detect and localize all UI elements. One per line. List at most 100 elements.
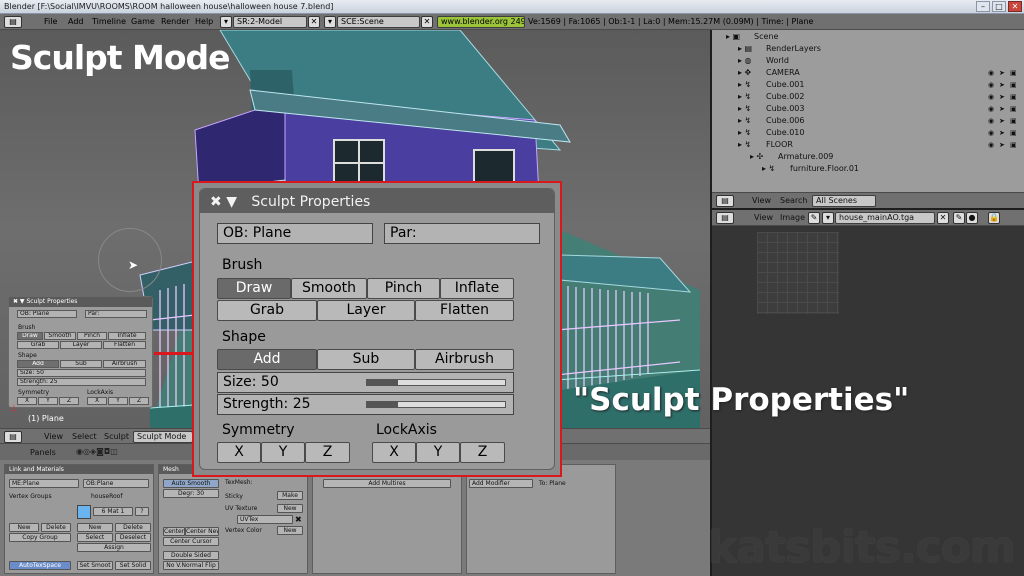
- menu-file[interactable]: File: [44, 17, 57, 26]
- outliner-search-menu[interactable]: Search: [780, 196, 807, 205]
- outliner-row-icon[interactable]: ▸ ↯: [762, 164, 775, 173]
- selectability-arrow-icon[interactable]: ➤: [999, 81, 1005, 89]
- scene-browse-icon[interactable]: ▾: [324, 16, 336, 28]
- small-inflate-button[interactable]: Inflate: [108, 332, 146, 340]
- airbrush-button[interactable]: Airbrush: [415, 349, 514, 370]
- outliner-row[interactable]: ▸ ↯ Cube.002 ◉ ➤ ▣: [712, 92, 1024, 104]
- outliner-row[interactable]: ▸ ↯ Cube.010 ◉ ➤ ▣: [712, 128, 1024, 140]
- small-layer-button[interactable]: Layer: [60, 341, 102, 349]
- outliner-row-icon[interactable]: ▸ ✥: [738, 68, 751, 77]
- render-camera-icon[interactable]: ▣: [1010, 69, 1017, 77]
- sculpt-panel-header[interactable]: ✖ ▼ Sculpt Properties: [200, 189, 554, 213]
- outliner-row-icon[interactable]: ▸ ↯: [738, 140, 751, 149]
- double-sided-button[interactable]: Double Sided: [163, 551, 219, 560]
- render-camera-icon[interactable]: ▣: [1010, 141, 1017, 149]
- small-lock-y[interactable]: Y: [108, 397, 128, 405]
- outliner-row[interactable]: ▸ ✥ CAMERA ◉ ➤ ▣: [712, 68, 1024, 80]
- outliner-row-icon[interactable]: ▸ ▤: [738, 44, 752, 53]
- material-new-button[interactable]: New: [77, 523, 113, 532]
- size-slider[interactable]: Size: 50: [217, 372, 514, 393]
- add-modifier-button[interactable]: Add Modifier: [469, 479, 533, 488]
- small-sub-button[interactable]: Sub: [60, 360, 102, 368]
- outliner-filter-select[interactable]: All Scenes: [812, 195, 876, 207]
- screen-field[interactable]: SR:2-Model: [233, 16, 307, 28]
- center-new-button[interactable]: Center New: [185, 527, 219, 536]
- no-vnormal-flip-button[interactable]: No V.Normal Flip: [163, 561, 219, 570]
- small-ob-field[interactable]: OB: Plane: [17, 310, 77, 318]
- render-camera-icon[interactable]: ▣: [1010, 129, 1017, 137]
- material-deselect-button[interactable]: Deselect: [115, 533, 151, 542]
- outliner-row[interactable]: ▸ ✣ Armature.009: [712, 152, 1024, 164]
- render-camera-icon[interactable]: ▣: [1010, 117, 1017, 125]
- vgroup-new-button[interactable]: New: [9, 523, 39, 532]
- outliner-editor-icon[interactable]: ▤: [716, 195, 734, 207]
- layer-button[interactable]: Layer: [317, 300, 415, 321]
- image-image-menu[interactable]: Image: [780, 213, 805, 222]
- set-solid-button[interactable]: Set Solid: [115, 561, 151, 570]
- draw-button[interactable]: Draw: [217, 278, 291, 299]
- material-help-button[interactable]: ?: [135, 507, 149, 516]
- small-sym-x[interactable]: X: [17, 397, 37, 405]
- screen-delete-icon[interactable]: ✕: [308, 16, 320, 28]
- selectability-arrow-icon[interactable]: ➤: [999, 69, 1005, 77]
- select-menu[interactable]: Select: [72, 432, 97, 441]
- image-editor-icon[interactable]: ▤: [716, 212, 734, 224]
- outliner-view-menu[interactable]: View: [752, 196, 771, 205]
- outliner-row-icon[interactable]: ▸ ↯: [738, 116, 751, 125]
- small-lock-x[interactable]: X: [87, 397, 107, 405]
- panel-close-icon[interactable]: ✖: [210, 194, 222, 210]
- vcol-new-button[interactable]: New: [277, 526, 303, 535]
- ob-field[interactable]: OB: Plane: [217, 223, 373, 244]
- uvtex-delete-icon[interactable]: ✖: [295, 515, 302, 524]
- scene-delete-icon[interactable]: ✕: [421, 16, 433, 28]
- sculpt-menu[interactable]: Sculpt: [104, 432, 129, 441]
- visibility-eye-icon[interactable]: ◉: [988, 117, 994, 125]
- small-pinch-button[interactable]: Pinch: [77, 332, 107, 340]
- pinch-button[interactable]: Pinch: [367, 278, 440, 299]
- editor-type-icon[interactable]: ▤: [4, 431, 22, 443]
- small-smooth-button[interactable]: Smooth: [44, 332, 76, 340]
- maximize-button[interactable]: □: [992, 1, 1006, 12]
- render-camera-icon[interactable]: ▣: [1010, 81, 1017, 89]
- outliner-row[interactable]: ▸ ▤ RenderLayers: [712, 44, 1024, 56]
- center-button[interactable]: Center: [163, 527, 185, 536]
- panel-collapse-icon[interactable]: ▼: [226, 194, 237, 210]
- grab-button[interactable]: Grab: [217, 300, 317, 321]
- autotexspace-button[interactable]: AutoTexSpace: [9, 561, 71, 570]
- add-button[interactable]: Add: [217, 349, 317, 370]
- vgroup-delete-button[interactable]: Delete: [41, 523, 71, 532]
- selectability-arrow-icon[interactable]: ➤: [999, 105, 1005, 113]
- visibility-eye-icon[interactable]: ◉: [988, 81, 994, 89]
- website-link[interactable]: www.blender.org 249.2: [437, 16, 525, 28]
- copy-group-button[interactable]: Copy Group: [9, 533, 71, 542]
- visibility-eye-icon[interactable]: ◉: [988, 129, 994, 137]
- me-field[interactable]: ME:Plane: [9, 479, 79, 488]
- image-browse-icon[interactable]: ▾: [822, 212, 834, 224]
- menu-game[interactable]: Game: [131, 17, 155, 26]
- close-button[interactable]: ✕: [1008, 1, 1022, 12]
- degr-field[interactable]: Degr: 30: [163, 489, 219, 498]
- outliner-row-icon[interactable]: ▸ ✣: [750, 152, 763, 161]
- selectability-arrow-icon[interactable]: ➤: [999, 93, 1005, 101]
- smooth-button[interactable]: Smooth: [291, 278, 367, 299]
- strength-track[interactable]: [366, 401, 506, 408]
- menu-help[interactable]: Help: [195, 17, 213, 26]
- outliner-row-icon[interactable]: ▸ ↯: [738, 92, 751, 101]
- image-paint-icon[interactable]: ✎: [953, 212, 965, 224]
- uv-new-button[interactable]: New: [277, 504, 303, 513]
- visibility-eye-icon[interactable]: ◉: [988, 69, 994, 77]
- set-smooth-button[interactable]: Set Smoot: [77, 561, 113, 570]
- panel-tab-icons[interactable]: ◉◎◈◙◘◫: [76, 447, 118, 456]
- sticky-make-button[interactable]: Make: [277, 491, 303, 500]
- image-lock-icon[interactable]: 🔒: [988, 212, 1000, 224]
- size-track[interactable]: [366, 379, 506, 386]
- render-camera-icon[interactable]: ▣: [1010, 105, 1017, 113]
- image-record-icon[interactable]: ●: [966, 212, 978, 224]
- auto-smooth-button[interactable]: Auto Smooth: [163, 479, 219, 488]
- menu-render[interactable]: Render: [161, 17, 189, 26]
- small-size-slider[interactable]: Size: 50: [17, 369, 146, 377]
- image-view-menu[interactable]: View: [754, 213, 773, 222]
- mode-select[interactable]: Sculpt Mode: [133, 431, 193, 443]
- flatten-button[interactable]: Flatten: [415, 300, 514, 321]
- selectability-arrow-icon[interactable]: ➤: [999, 129, 1005, 137]
